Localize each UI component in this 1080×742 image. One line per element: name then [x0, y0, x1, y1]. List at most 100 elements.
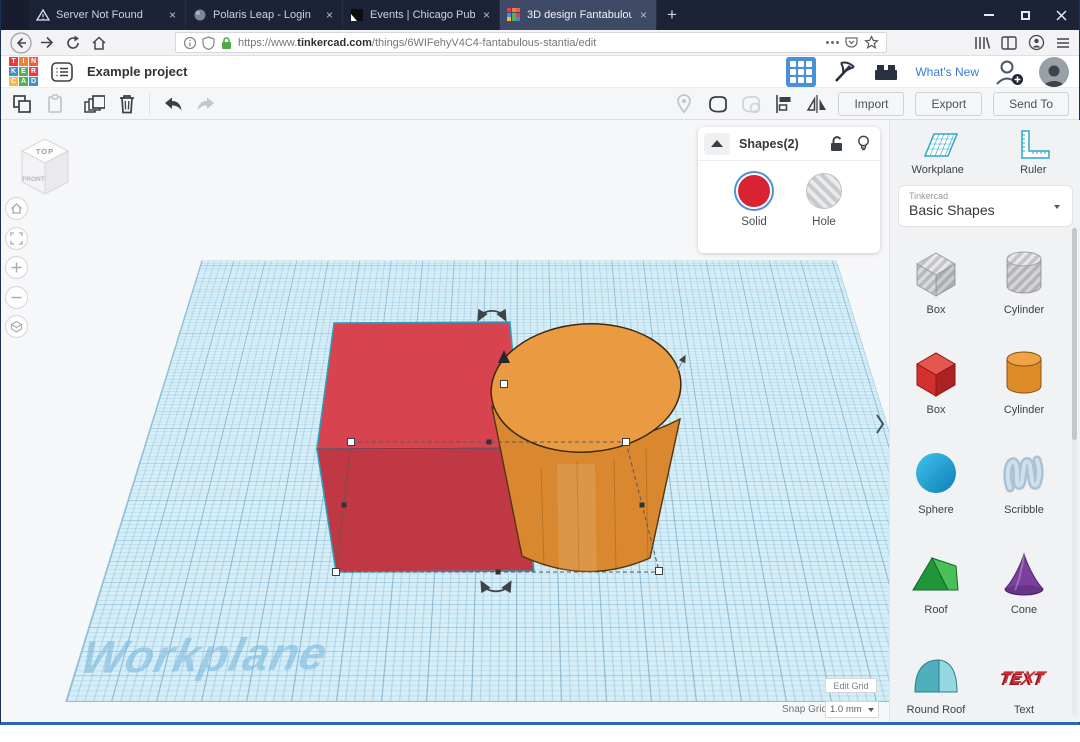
logo-tile: I — [19, 57, 28, 66]
snap-grid-dropdown[interactable]: 1.0 mm — [825, 701, 879, 718]
flag-icon — [350, 8, 364, 22]
project-title[interactable]: Example project — [87, 64, 187, 79]
shape-tile-sphere[interactable]: Sphere — [894, 442, 978, 542]
tinkercad-logo[interactable]: T I N K E R C A D — [9, 57, 38, 86]
3d-viewport[interactable]: Workplane — [1, 120, 889, 722]
mirror-icon[interactable] — [805, 93, 827, 115]
forward-button[interactable] — [35, 32, 59, 54]
shape-tile-cylinder-hole[interactable]: Cylinder — [982, 242, 1066, 342]
home-button[interactable] — [87, 32, 111, 54]
lightbulb-icon[interactable] — [857, 135, 870, 152]
send-to-button[interactable]: Send To — [993, 92, 1069, 116]
scrollbar-thumb[interactable] — [1072, 228, 1077, 440]
solid-color-swatch — [736, 173, 772, 209]
dashboard-grid-button[interactable] — [786, 57, 816, 87]
inspector-header: Shapes(2) — [698, 127, 880, 161]
maximize-button[interactable] — [1007, 0, 1043, 30]
shapes-sidebar: Workplane Ruler Tinkercad Basic Shapes — [889, 120, 1080, 722]
whats-new-link[interactable]: What's New — [915, 65, 979, 79]
close-button[interactable] — [1043, 0, 1079, 30]
shape-tile-box[interactable]: Box — [894, 342, 978, 442]
warning-icon — [36, 8, 50, 22]
shape-tile-roof[interactable]: Roof — [894, 542, 978, 642]
window-controls — [971, 0, 1079, 30]
pocket-icon[interactable] — [844, 36, 859, 50]
back-button[interactable] — [9, 32, 33, 54]
snap-grid-label: Snap Grid — [782, 704, 827, 715]
tab-close-button[interactable]: × — [167, 8, 178, 22]
show-all-pin-icon[interactable] — [673, 93, 695, 115]
view-cube[interactable]: TOP FRONT — [17, 130, 73, 198]
import-button[interactable]: Import — [838, 92, 904, 116]
logo-tile: R — [29, 67, 38, 76]
add-person-icon[interactable] — [994, 58, 1024, 86]
tab-chicago-library[interactable]: Events | Chicago Public Library × — [343, 0, 500, 30]
bookmark-star-icon[interactable] — [864, 35, 879, 50]
shape-library-dropdown[interactable]: Tinkercad Basic Shapes — [898, 185, 1073, 227]
sidebar-scrollbar[interactable] — [1072, 228, 1077, 716]
page-actions-icon[interactable] — [826, 41, 839, 44]
zoom-out-button[interactable] — [5, 286, 28, 309]
user-avatar[interactable] — [1039, 57, 1069, 87]
menu-hamburger-icon[interactable] — [1055, 36, 1071, 50]
zoom-in-button[interactable] — [5, 256, 28, 279]
page-info-icon[interactable] — [183, 36, 197, 50]
logo-tile: K — [9, 67, 18, 76]
export-button[interactable]: Export — [915, 92, 982, 116]
fit-view-button[interactable] — [5, 227, 28, 250]
reload-button[interactable] — [61, 32, 85, 54]
view-cube-front-label[interactable]: FRONT — [22, 176, 44, 183]
tinkercad-favicon — [507, 8, 521, 22]
align-icon[interactable] — [772, 93, 794, 115]
roof-icon — [908, 546, 964, 602]
copy-icon[interactable] — [11, 93, 33, 115]
shape-tile-text[interactable]: TEXT TEXT Text — [982, 642, 1066, 742]
shape-tile-box-hole[interactable]: Box — [894, 242, 978, 342]
brick-blocks-icon[interactable] — [872, 60, 900, 84]
shape-tile-cylinder[interactable]: Cylinder — [982, 342, 1066, 442]
shape-tile-cone[interactable]: Cone — [982, 542, 1066, 642]
shape-tile-round-roof[interactable]: Round Roof — [894, 642, 978, 742]
shield-icon[interactable] — [202, 36, 215, 50]
shape-tile-scribble[interactable]: Scribble — [982, 442, 1066, 542]
tab-close-button[interactable]: × — [638, 8, 649, 22]
perspective-toggle-button[interactable] — [5, 315, 28, 338]
tab-close-button[interactable]: × — [481, 8, 492, 22]
home-view-button[interactable] — [5, 197, 28, 220]
library-icon[interactable] — [972, 35, 990, 51]
solid-label: Solid — [741, 216, 767, 228]
undo-icon[interactable] — [161, 93, 183, 115]
ruler-tool[interactable]: Ruler — [991, 126, 1075, 176]
tab-title: Events | Chicago Public Library — [370, 9, 475, 21]
redo-icon[interactable] — [194, 93, 216, 115]
ungroup-icon[interactable] — [739, 93, 761, 115]
hole-option[interactable]: Hole — [806, 173, 842, 228]
sidebars-icon[interactable] — [1000, 35, 1018, 51]
duplicate-icon[interactable] — [83, 93, 105, 115]
globe-icon — [193, 8, 207, 22]
https-lock-icon[interactable] — [220, 36, 233, 50]
workplane-tool[interactable]: Workplane — [896, 126, 980, 176]
minimize-button[interactable] — [971, 0, 1007, 30]
tab-title: Server Not Found — [56, 9, 161, 21]
tab-tinkercad-active[interactable]: 3D design Fantabulous Stantia × — [500, 0, 657, 30]
solid-option[interactable]: Solid — [736, 173, 772, 228]
collapse-sidebar-chevron[interactable] — [873, 404, 887, 444]
unlock-icon[interactable] — [828, 135, 844, 152]
edit-grid-button[interactable]: Edit Grid — [825, 678, 877, 693]
logo-tile: N — [29, 57, 38, 66]
tab-server-not-found[interactable]: Server Not Found × — [29, 0, 186, 30]
url-field[interactable]: https://www.tinkercad.com/things/6WIFehy… — [175, 32, 887, 53]
account-icon[interactable] — [1028, 34, 1045, 51]
group-icon[interactable] — [706, 93, 728, 115]
view-cube-top-label[interactable]: TOP — [36, 147, 54, 156]
tab-close-button[interactable]: × — [324, 8, 335, 22]
new-tab-button[interactable]: + — [657, 0, 687, 30]
project-menu-icon[interactable] — [51, 62, 73, 82]
paste-icon[interactable] — [44, 93, 66, 115]
browser-urlbar: https://www.tinkercad.com/things/6WIFehy… — [1, 30, 1079, 56]
collapse-panel-button[interactable] — [704, 133, 730, 155]
tab-polaris-leap[interactable]: Polaris Leap - Login × — [186, 0, 343, 30]
pickaxe-icon[interactable] — [831, 59, 857, 85]
delete-icon[interactable] — [116, 93, 138, 115]
